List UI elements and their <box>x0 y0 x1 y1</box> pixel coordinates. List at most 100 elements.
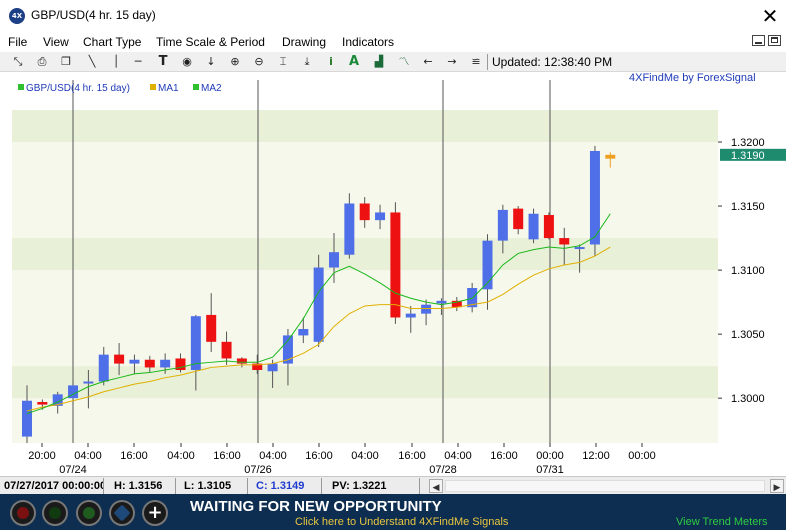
bar-chart-icon[interactable]: ▟ <box>370 53 388 71</box>
candle-body <box>375 212 386 221</box>
candle-body <box>160 359 171 368</box>
candle-body <box>390 212 401 318</box>
candle-body <box>190 316 201 370</box>
candle-body <box>329 252 339 268</box>
candle-body <box>436 300 447 304</box>
copy-icon[interactable]: ❐ <box>57 53 75 71</box>
zoom-in-icon[interactable]: ⊕ <box>226 53 244 71</box>
candle-body <box>513 208 524 230</box>
red-signal-button[interactable] <box>10 500 36 526</box>
fit-icon[interactable]: ⌶ <box>274 53 292 71</box>
x-tick-label: 16:00 <box>490 450 518 462</box>
understand-signals-link[interactable]: Click here to Understand 4XFindMe Signal… <box>295 516 508 528</box>
x-tick-label: 04:00 <box>167 450 195 462</box>
menu-file[interactable]: File <box>8 35 27 49</box>
toolbar-separator <box>487 54 488 70</box>
candle-body <box>267 363 278 372</box>
diamond-button[interactable] <box>109 500 135 526</box>
legend-label: GBP/USD(4 hr. 15 day) <box>26 83 130 94</box>
candle-body <box>559 238 570 245</box>
price-chart[interactable]: 1.3200 1.3150 1.3100 1.3050 1.3000 1.3190 20:0… <box>0 72 786 476</box>
menu-bar: File View Chart Type Time Scale & Period… <box>0 32 786 52</box>
candle-body <box>543 215 554 239</box>
candle-body <box>344 203 355 255</box>
toolbar: ⤡ ⎙ ❐ ╲ │ ─ T ◉ ↓ ⊕ ⊖ ⌶ ⤓ i A ▟ 〽 ← → ≌ … <box>0 52 786 72</box>
app-logo-icon: 4X <box>9 8 25 24</box>
candle-body <box>421 304 432 314</box>
menu-indicators[interactable]: Indicators <box>342 35 394 49</box>
menu-view[interactable]: View <box>43 35 69 49</box>
scroll-left-icon[interactable]: ← <box>419 53 437 71</box>
scroll-left-button[interactable]: ◀ <box>429 479 443 493</box>
candle-body <box>37 402 48 405</box>
horizontal-line-icon[interactable]: ─ <box>129 53 147 71</box>
x-tick-label: 16:00 <box>213 450 241 462</box>
green-signal-button[interactable] <box>42 500 68 526</box>
y-tick-label: 1.3150 <box>731 201 765 213</box>
minimize-icon[interactable] <box>752 35 765 46</box>
x-tick-label: 04:00 <box>259 450 287 462</box>
status-bar: 07/27/2017 00:00:00 H: 1.3156 L: 1.3105 … <box>0 476 786 494</box>
import-icon[interactable]: ⤓ <box>298 53 316 71</box>
menu-drawing[interactable]: Drawing <box>282 35 326 49</box>
font-icon[interactable]: A <box>345 53 363 71</box>
candle-body <box>313 267 324 342</box>
status-pv: PV: 1.3221 <box>328 478 420 494</box>
print-icon[interactable]: ⎙ <box>33 53 51 71</box>
horizontal-scrollbar[interactable] <box>445 480 765 492</box>
candle-body <box>589 150 600 245</box>
zoom-out-icon[interactable]: ⊖ <box>250 53 268 71</box>
status-low: L: 1.3105 <box>180 478 248 494</box>
band <box>12 110 718 143</box>
select-cursor-icon[interactable]: ⤡ <box>9 53 27 71</box>
view-trend-meters-link[interactable]: View Trend Meters <box>676 516 768 528</box>
x-tick-label: 16:00 <box>120 450 148 462</box>
point-marker-icon[interactable]: ◉ <box>178 53 196 71</box>
close-icon[interactable]: ✕ <box>756 2 784 30</box>
candle-body <box>236 358 247 364</box>
candle-body <box>83 381 94 384</box>
scroll-right-button[interactable]: ▶ <box>770 479 784 493</box>
candle-body <box>528 213 539 240</box>
settings-lines-icon[interactable]: ≌ <box>467 53 485 71</box>
add-button[interactable]: + <box>142 500 168 526</box>
x-tick-label: 16:00 <box>305 450 333 462</box>
info-icon[interactable]: i <box>322 53 340 71</box>
chart-panel[interactable]: 1.3200 1.3150 1.3100 1.3050 1.3000 1.3190 20:0… <box>0 72 786 476</box>
legend-label: MA1 <box>158 83 179 94</box>
restore-icon[interactable] <box>768 35 781 46</box>
legend-swatch <box>150 84 156 90</box>
menu-chart-type[interactable]: Chart Type <box>83 35 141 49</box>
menu-time-scale-period[interactable]: Time Scale & Period <box>156 35 265 49</box>
status-datetime: 07/27/2017 00:00:00 <box>0 478 104 494</box>
candle-body <box>221 341 232 359</box>
x-tick-label: 04:00 <box>351 450 379 462</box>
date-label: 07/26 <box>244 464 272 476</box>
trend-radar-button[interactable] <box>76 500 102 526</box>
background-bands <box>12 110 718 443</box>
x-tick-label: 04:00 <box>444 450 472 462</box>
x-tick-label: 00:00 <box>536 450 564 462</box>
candle-body <box>605 154 616 159</box>
band <box>12 238 718 271</box>
candle-body <box>114 354 125 364</box>
candle-body <box>497 209 508 241</box>
current-price-label: 1.3190 <box>731 150 765 162</box>
line-chart-icon[interactable]: 〽 <box>395 53 413 71</box>
trendline-icon[interactable]: ╲ <box>83 53 101 71</box>
date-label: 07/28 <box>429 464 457 476</box>
text-tool-icon[interactable]: T <box>154 53 172 71</box>
candle-body <box>98 354 109 382</box>
x-tick-label: 04:00 <box>74 450 102 462</box>
arrow-down-icon[interactable]: ↓ <box>202 53 220 71</box>
vertical-line-icon[interactable]: │ <box>107 53 125 71</box>
signal-panel: + WAITING FOR NEW OPPORTUNITY Click here… <box>0 494 786 530</box>
candle-body <box>129 359 140 364</box>
x-tick-label: 20:00 <box>28 450 56 462</box>
scroll-right-icon[interactable]: → <box>443 53 461 71</box>
brand-label: 4XFindMe by ForexSignal <box>629 72 756 84</box>
status-high: H: 1.3156 <box>110 478 176 494</box>
candle-body <box>574 247 585 250</box>
chart-legend: GBP/USD(4 hr. 15 day) MA1 MA2 <box>18 83 222 94</box>
legend-label: MA2 <box>201 83 222 94</box>
